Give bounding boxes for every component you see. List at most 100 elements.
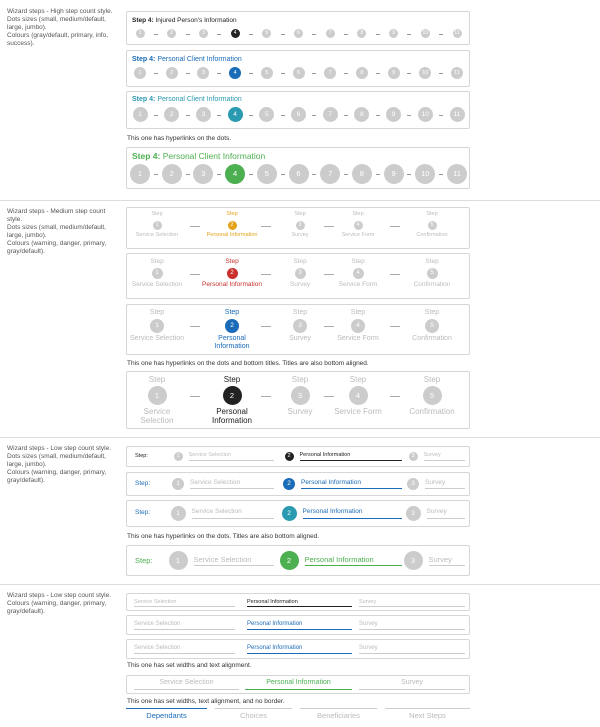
step-title[interactable]: Service Selection [127,281,187,289]
tab-dependants[interactable]: Dependants [146,711,186,720]
step-dot[interactable]: 8 [357,29,367,38]
step-dot[interactable]: 7 [320,164,341,184]
step-dot[interactable]: 1 [132,107,148,122]
step-dot[interactable]: 1 [134,67,146,79]
step-title[interactable]: Service Form [328,281,388,289]
step-title[interactable]: Personal Information [202,232,262,239]
step-dot[interactable]: 1 [173,452,183,461]
step-title[interactable]: Service Selection [127,232,187,239]
step-dot[interactable]: 2 [222,386,242,405]
step-dot[interactable]: 5 [259,107,275,122]
step-dot[interactable]: 2 [226,268,238,279]
step-dot[interactable]: 4 [352,268,364,279]
step-dot[interactable]: 3 [408,452,418,461]
step-dot[interactable]: 3 [293,319,307,333]
step-dot[interactable]: 5 [262,29,272,38]
step-title[interactable]: Service Form [328,407,388,416]
step-dot[interactable]: 2 [279,551,299,570]
step-dot[interactable]: 8 [355,67,368,79]
step-dot[interactable]: 4 [351,319,365,333]
step-dot[interactable]: 2 [165,67,178,79]
step-dot[interactable]: 1 [150,319,164,333]
step-title[interactable]: Service Form [328,335,388,343]
step-dot[interactable]: 10 [420,29,430,38]
step-title[interactable]: Confirmation [402,335,462,343]
step-dot[interactable]: 1 [151,268,163,279]
step-dot[interactable]: 3 [290,386,310,405]
step-dot[interactable]: 1 [130,164,150,184]
step-dot[interactable]: 10 [419,67,432,79]
step-title[interactable]: Service Form [328,232,388,239]
step-dot[interactable]: 2 [283,478,295,490]
step-title[interactable]: Service Selection [134,645,180,651]
step-title[interactable]: Survey [359,645,378,651]
step-title[interactable]: Survey [270,407,330,416]
step-dot[interactable]: 3 [295,221,305,230]
step-title[interactable]: Service Selection [159,679,213,686]
step-dot[interactable]: 9 [383,164,404,184]
step-dot[interactable]: 4 [348,386,368,405]
step-title[interactable]: Personal Information [247,645,302,651]
step-dot[interactable]: 1 [168,551,188,570]
step-dot[interactable]: 6 [292,67,305,79]
step-dot[interactable]: 7 [322,107,338,122]
step-title[interactable]: Survey [270,281,330,289]
step-dot[interactable]: 10 [417,107,433,122]
step-dot[interactable]: 5 [425,319,439,333]
step-title[interactable]: Confirmation [402,407,462,416]
step-title[interactable]: Personal Information [202,407,262,425]
step-dot[interactable]: 4 [353,221,363,230]
tab-next-steps[interactable]: Next Steps [409,711,446,720]
step-dot[interactable]: 1 [170,506,186,521]
step-dot[interactable]: 1 [147,386,167,405]
step-dot[interactable]: 3 [193,164,214,184]
step-dot[interactable]: 10 [415,164,436,184]
step-dot[interactable]: 5 [427,221,437,230]
step-dot[interactable]: 4 [230,29,240,38]
tab-beneficiaries[interactable]: Beneficiaries [317,711,360,720]
step-title[interactable]: Personal Information [247,621,302,627]
step-dot[interactable]: 2 [164,107,180,122]
step-dot[interactable]: 1 [172,478,184,490]
step-title[interactable]: Personal Information [247,599,298,605]
step-dot[interactable]: 11 [451,67,463,79]
step-dot[interactable]: 2 [281,506,297,521]
step-title[interactable]: Survey [270,232,330,239]
step-title[interactable]: Personal Information [202,335,262,351]
step-dot[interactable]: 2 [161,164,182,184]
step-dot[interactable]: 3 [407,478,419,490]
step-title[interactable]: Confirmation [402,281,462,289]
step-dot[interactable]: 7 [324,67,337,79]
tab-choices[interactable]: Choices [240,711,267,720]
step-title[interactable]: Survey [270,335,330,343]
step-title[interactable]: Personal Information [266,679,331,686]
step-dot[interactable]: 9 [386,107,402,122]
step-dot[interactable]: 1 [135,29,145,38]
step-title[interactable]: Survey [359,599,376,605]
step-dot[interactable]: 3 [198,29,208,38]
step-dot[interactable]: 6 [291,107,306,122]
step-dot[interactable]: 8 [351,164,372,184]
step-dot[interactable]: 3 [195,107,211,122]
step-dot[interactable]: 7 [325,29,335,38]
step-title[interactable]: Service Selection [134,621,180,627]
step-title[interactable]: Survey [359,621,378,627]
step-dot[interactable]: 4 [229,67,242,79]
step-dot[interactable]: 3 [405,506,421,521]
step-title[interactable]: Survey [401,679,423,686]
step-dot[interactable]: 4 [227,107,243,122]
step-dot[interactable]: 5 [422,386,442,405]
step-title[interactable]: Service Selection [127,335,187,343]
step-dot[interactable]: 4 [225,164,246,184]
step-dot[interactable]: 11 [452,29,462,38]
step-dot[interactable]: 3 [403,551,423,570]
step-dot[interactable]: 5 [256,164,277,184]
step-title[interactable]: Service Selection [134,599,177,605]
step-dot[interactable]: 9 [389,29,399,38]
step-dot[interactable]: 2 [284,452,294,461]
step-dot[interactable]: 11 [449,107,465,122]
step-dot[interactable]: 1 [152,221,162,230]
step-dot[interactable]: 5 [260,67,273,79]
step-dot[interactable]: 2 [227,221,237,230]
step-dot[interactable]: 6 [288,164,309,184]
